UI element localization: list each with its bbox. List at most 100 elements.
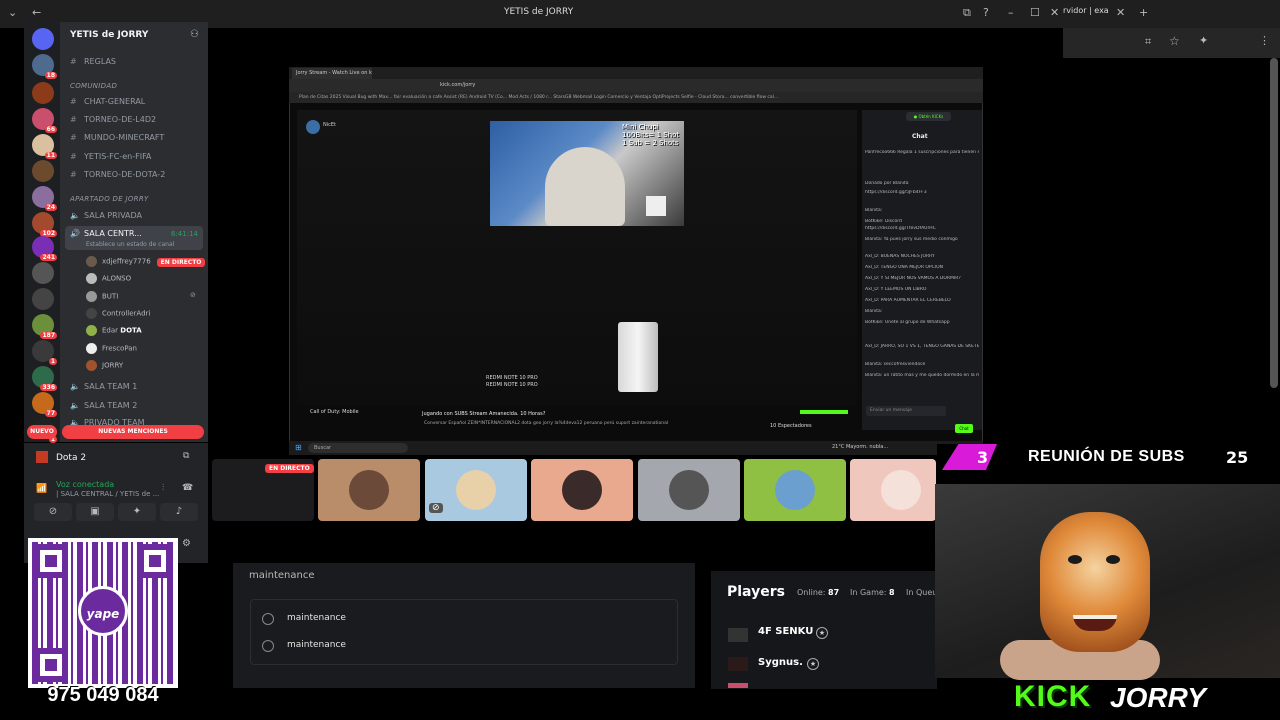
participant-tile[interactable] xyxy=(744,459,846,521)
channel-yetis-fc[interactable]: # YETIS-FC-en-FIFA xyxy=(70,152,151,161)
kick-logo: KICK xyxy=(1014,680,1092,713)
windows-icon[interactable]: ⊞ xyxy=(295,443,302,452)
voice-user[interactable]: FrescoPan xyxy=(86,343,137,354)
server-icon[interactable] xyxy=(32,288,54,310)
scrollbar[interactable] xyxy=(1270,58,1278,388)
player-name[interactable]: 4F SENKU xyxy=(758,626,813,637)
server-icon[interactable]: 336 xyxy=(32,366,57,391)
hash-icon: # xyxy=(70,57,77,66)
menu-icon[interactable]: ⋮ xyxy=(1259,34,1270,47)
minimize-icon[interactable]: – xyxy=(1008,6,1014,19)
new-badge[interactable]: NUEVO xyxy=(27,425,57,439)
kick-balance[interactable]: ● Obtén KICKs xyxy=(906,112,951,121)
voice-user[interactable]: ControllerAdri xyxy=(86,308,150,319)
add-member-icon[interactable]: ⚇ xyxy=(190,29,199,40)
soundboard-button[interactable]: ♪ xyxy=(160,503,198,521)
avatar xyxy=(86,343,97,354)
avatar xyxy=(562,470,602,510)
participant-tile[interactable] xyxy=(531,459,633,521)
server-icon[interactable] xyxy=(32,262,54,284)
voice-location[interactable]: | SALA CENTRAL / YETIS de ... xyxy=(56,490,159,498)
tab-close-icon[interactable]: ✕ xyxy=(1116,6,1125,19)
server-icon[interactable]: 77 xyxy=(32,392,57,417)
picture-in-picture-icon[interactable]: ⧉ xyxy=(963,6,971,20)
channel-chat-general[interactable]: # CHAT-GENERAL xyxy=(70,97,145,106)
server-icon[interactable]: 66 xyxy=(32,108,57,133)
extensions-icon[interactable]: ✦ xyxy=(1199,34,1208,47)
server-icon[interactable]: 187 xyxy=(32,314,57,339)
participant-tile[interactable] xyxy=(318,459,420,521)
chat-pinned: Panfrecoo666 Regala 1 suscripciones para… xyxy=(865,150,979,155)
channel-sala-central[interactable]: 🔊 SALA CENTR... xyxy=(70,229,142,238)
category-comunidad[interactable]: COMUNIDAD xyxy=(70,82,117,90)
channel-status[interactable]: Establece un estado de canal xyxy=(86,241,174,248)
participant-tile[interactable]: ⊘ xyxy=(425,459,527,521)
live-badge: EN DIRECTO xyxy=(265,464,314,473)
subs-title: REUNIÓN DE SUBS xyxy=(1028,448,1185,465)
new-tab-icon[interactable]: + xyxy=(1139,6,1148,19)
player-name[interactable]: Sygnus. xyxy=(758,657,803,668)
overlay-qr xyxy=(646,196,666,216)
rank-icon: ★ xyxy=(807,658,819,670)
channel-sala-team-2[interactable]: 🔈 SALA TEAM 2 xyxy=(70,401,137,410)
inner-tab[interactable]: Jorry Stream - Watch Live on ki... xyxy=(292,68,372,79)
radio-button[interactable] xyxy=(262,613,274,625)
category-apartado-jorry[interactable]: APARTADO DE JORRY xyxy=(70,195,149,203)
channel-torneo-l4d2[interactable]: # TORNEO-DE-L4D2 xyxy=(70,115,156,124)
voice-user[interactable]: BUTI xyxy=(86,291,118,302)
muted-icon: ⊘ xyxy=(429,503,443,513)
server-icon[interactable] xyxy=(32,82,54,104)
server-name[interactable]: YETIS de JORRY xyxy=(70,30,148,40)
inner-url[interactable]: kick.com/jorry xyxy=(440,82,475,88)
new-mentions-button[interactable]: NUEVAS MENCIONES xyxy=(62,425,204,439)
chat-send-button[interactable]: Chat xyxy=(955,424,973,433)
voice-user[interactable]: Edar DOTA xyxy=(86,325,142,336)
disconnect-icon[interactable]: ☎ xyxy=(182,483,193,493)
voice-user[interactable]: xdjeffrey7776 EN DIRECTO xyxy=(86,256,206,267)
translate-icon[interactable]: ⌗ xyxy=(1145,35,1151,49)
camera-off-button[interactable]: ⊘ xyxy=(34,503,72,521)
activity-settings-icon[interactable]: ⧉ xyxy=(183,451,189,461)
server-icon[interactable]: 102 xyxy=(32,212,57,237)
taskbar-weather: 21°C Mayorm. nubla... xyxy=(832,444,889,450)
chat-line[interactable]: https://discord.gg/5JFb4FF3 xyxy=(865,190,979,195)
maximize-icon[interactable]: ☐ xyxy=(1030,6,1040,19)
close-icon[interactable]: ✕ xyxy=(1050,6,1059,19)
taskbar-search[interactable]: Buscar xyxy=(308,443,408,453)
noise-icon[interactable]: ⫶ xyxy=(162,483,164,493)
participant-tile[interactable] xyxy=(638,459,740,521)
star-icon[interactable]: ☆ xyxy=(1169,34,1180,48)
radio-button[interactable] xyxy=(262,640,274,652)
back-arrow-icon[interactable]: ← xyxy=(32,6,41,19)
activities-button[interactable]: ✦ xyxy=(118,503,156,521)
discord-home-icon[interactable] xyxy=(32,28,54,50)
channel-torneo-dota[interactable]: # TORNEO-DE-DOTA-2 xyxy=(70,170,165,179)
participant-tile[interactable] xyxy=(850,459,936,521)
chat-line[interactable]: https://discord.gg/TtevDfAUrHC xyxy=(865,226,979,231)
avatar xyxy=(349,470,389,510)
server-icon[interactable]: 18 xyxy=(32,54,57,79)
channel-sala-team-1[interactable]: 🔈 SALA TEAM 1 xyxy=(70,382,137,391)
chat-input[interactable]: Enviar un mensaje xyxy=(866,406,946,416)
server-icon[interactable]: 24 xyxy=(32,186,57,211)
channel-sala-privada[interactable]: 🔈 SALA PRIVADA xyxy=(70,211,142,220)
players-title: Players xyxy=(727,584,785,600)
server-icon[interactable] xyxy=(32,160,54,182)
voice-user[interactable]: JORRY xyxy=(86,360,123,371)
radio-label[interactable]: maintenance xyxy=(287,640,346,650)
chat-title: Chat xyxy=(912,133,928,140)
chat-line: Blanita: Ya pues jorry sus medio conmigo xyxy=(865,237,958,242)
channel-reglas[interactable]: # REGLAS xyxy=(70,57,116,66)
screen-share-button[interactable]: ▣ xyxy=(76,503,114,521)
tab-list-icon[interactable]: ⌄ xyxy=(8,6,17,19)
channel-mundo-minecraft[interactable]: # MUNDO-MINECRAFT xyxy=(70,133,164,142)
server-icon[interactable]: 241 xyxy=(32,236,57,261)
help-icon[interactable]: ? xyxy=(983,6,989,19)
server-icon[interactable]: 11 xyxy=(32,134,57,159)
tiger-mask xyxy=(1040,512,1150,652)
server-icon[interactable]: 1 xyxy=(32,340,57,365)
overlay-text: Mini Chupi 100Bits= 1 Shot 1 Sub = 2 Sho… xyxy=(622,123,680,147)
voice-user[interactable]: ALONSO xyxy=(86,273,131,284)
gear-icon[interactable]: ⚙ xyxy=(182,538,191,549)
radio-label[interactable]: maintenance xyxy=(287,613,346,623)
